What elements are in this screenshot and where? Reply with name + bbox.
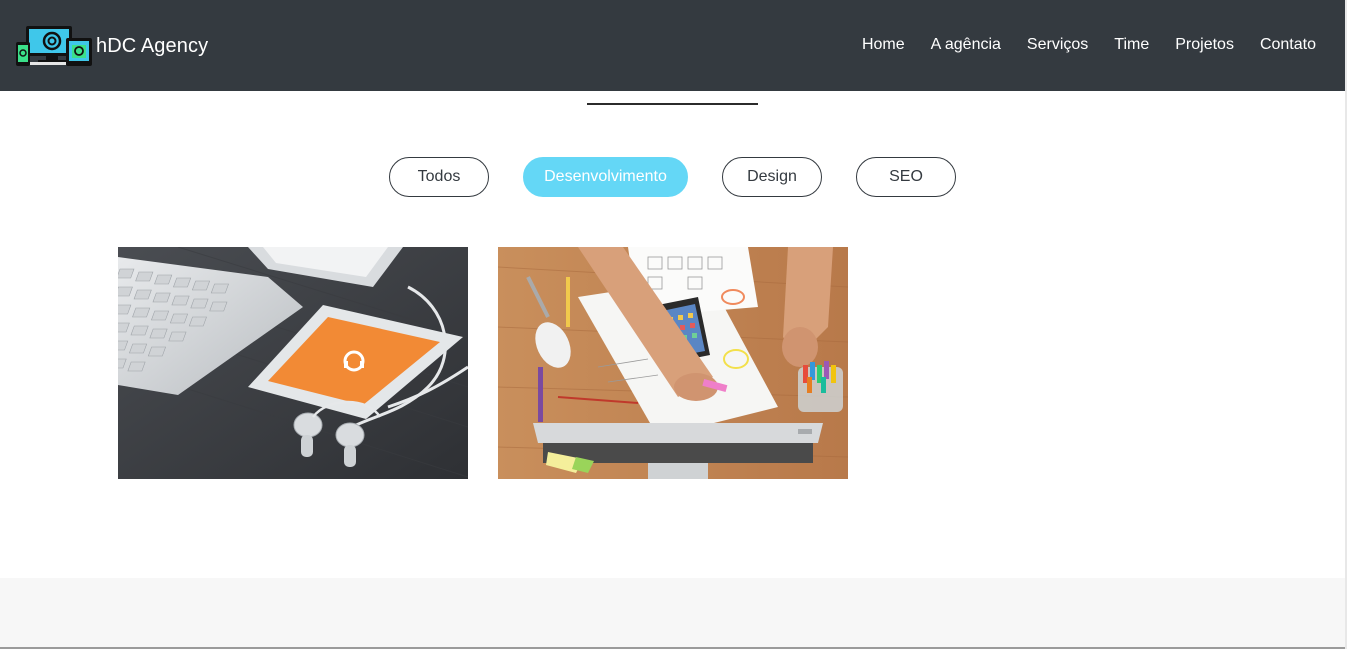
project-card[interactable] — [498, 247, 848, 479]
nav-link-projetos[interactable]: Projetos — [1175, 35, 1234, 55]
filter-todos-button[interactable]: Todos — [389, 157, 489, 197]
nav-link-home[interactable]: Home — [862, 35, 905, 55]
nav-link-contato[interactable]: Contato — [1260, 35, 1316, 55]
nav-link-time[interactable]: Time — [1114, 35, 1149, 55]
phone-keyboard-earphones-photo — [118, 247, 468, 479]
filter-seo-button[interactable]: SEO — [856, 157, 956, 197]
section-title-underline — [587, 103, 758, 105]
filter-desenvolvimento-button[interactable]: Desenvolvimento — [523, 157, 688, 197]
project-card[interactable] — [118, 247, 468, 479]
navbar: hDC Agency Home A agência Serviços Time … — [0, 0, 1345, 91]
filter-design-button[interactable]: Design — [722, 157, 822, 197]
desk-sketching-workspace-photo — [498, 247, 848, 479]
nav-link-servicos[interactable]: Serviços — [1027, 35, 1088, 55]
devices-logo-icon — [16, 26, 92, 66]
brand-link[interactable]: hDC Agency — [16, 24, 208, 68]
footer-section — [0, 578, 1345, 647]
nav-link-agencia[interactable]: A agência — [931, 35, 1001, 55]
portfolio-filters: Todos Desenvolvimento Design SEO — [0, 157, 1345, 197]
brand-name: hDC Agency — [96, 34, 209, 57]
main-nav: Home A agência Serviços Time Projetos Co… — [836, 35, 1316, 55]
